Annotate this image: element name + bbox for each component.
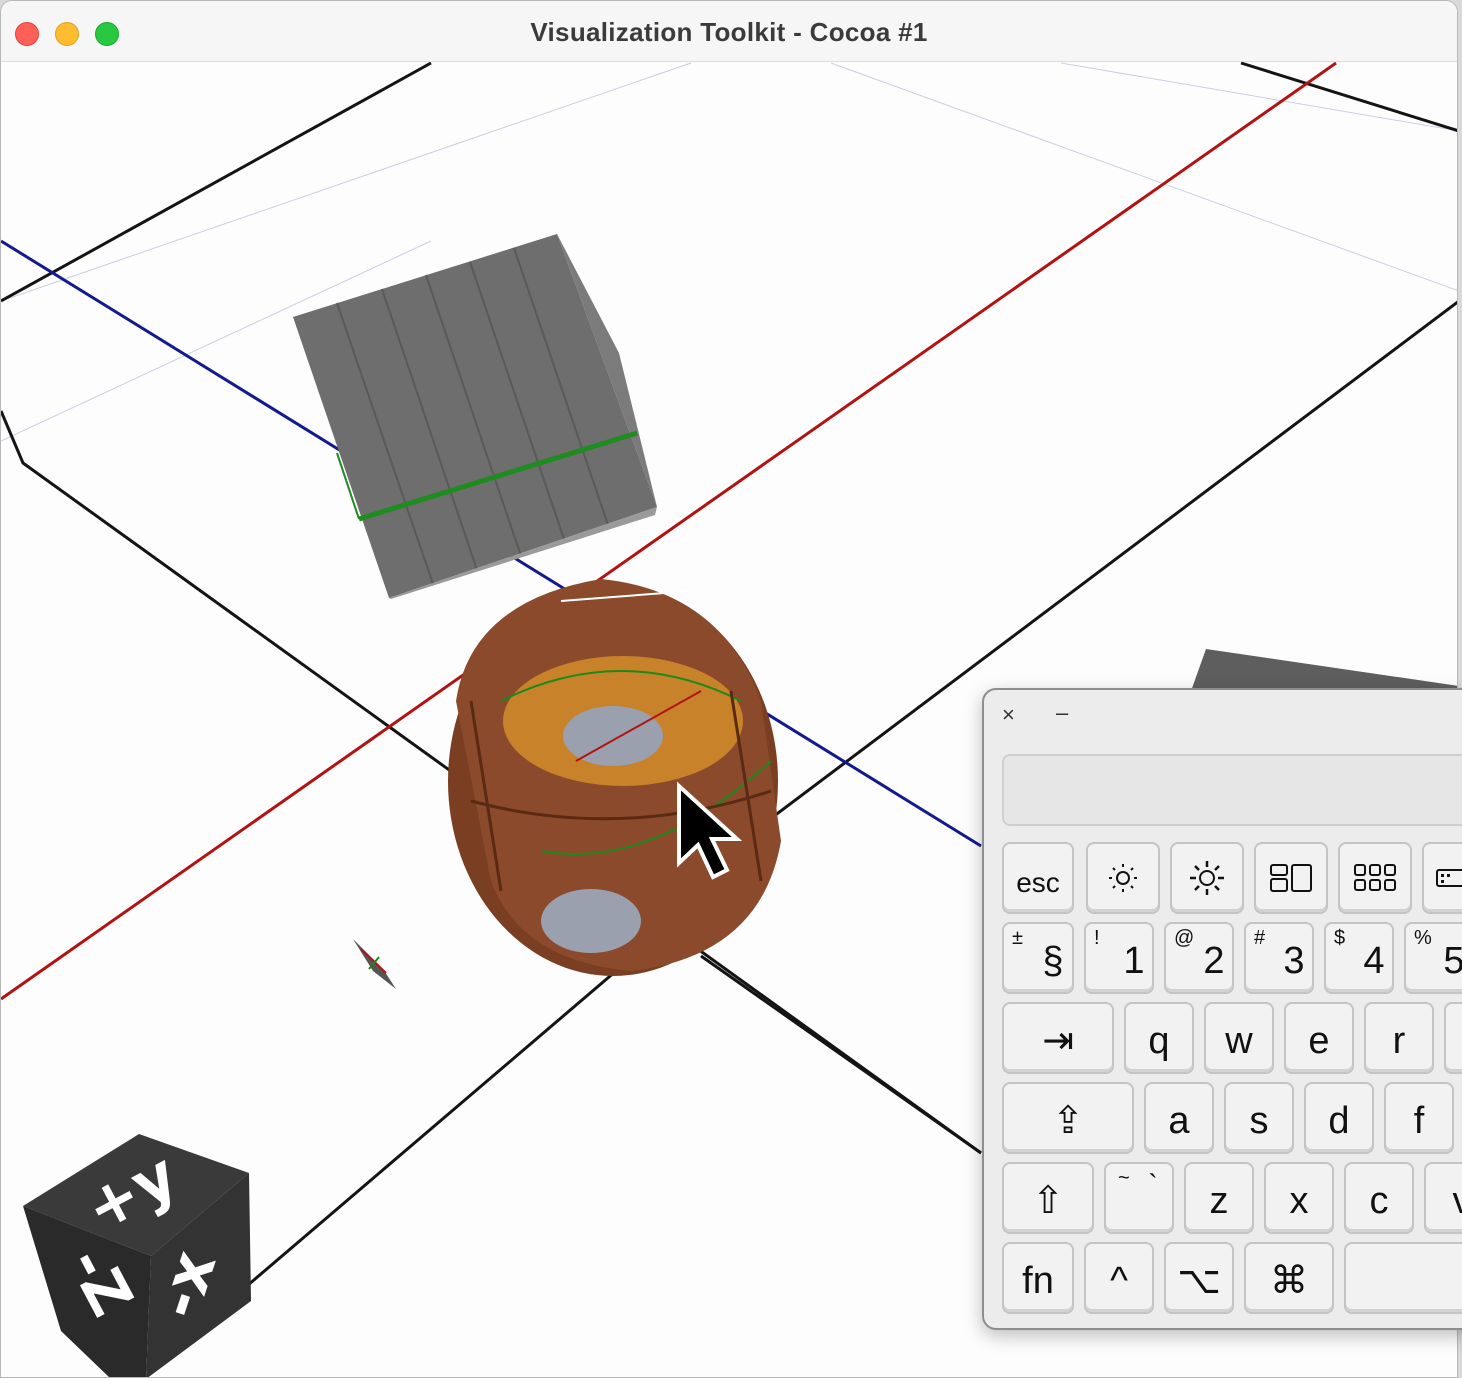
orientation-cube-widget[interactable]: +y -x -Z: [23, 1134, 251, 1378]
keyboard-viewer-close-button[interactable]: ×: [1002, 704, 1015, 726]
key-shift-label: #: [1254, 927, 1266, 949]
key-shift-label: %: [1414, 927, 1432, 949]
key-label: r: [1392, 1020, 1406, 1062]
keyboard-backlight-icon: [1436, 869, 1462, 887]
key-f[interactable]: f: [1384, 1082, 1454, 1154]
key-fn[interactable]: fn: [1002, 1242, 1074, 1314]
cylinder-actor[interactable]: [448, 579, 781, 976]
window-title: Visualization Toolkit - Cocoa #1: [530, 17, 928, 47]
key-f5[interactable]: [1422, 842, 1462, 914]
key-label: 1: [1123, 940, 1145, 982]
key-shift-label: !: [1094, 927, 1100, 949]
key-4[interactable]: $ 4: [1324, 922, 1394, 994]
tab-arrow-icon: ⇥: [1042, 1020, 1074, 1062]
grid-lines: [1, 62, 1457, 442]
key-mission-control[interactable]: [1254, 842, 1328, 914]
key-label: fn: [1022, 1260, 1054, 1302]
key-launchpad[interactable]: [1338, 842, 1412, 914]
caps-lock-icon: ⇪: [1052, 1100, 1084, 1142]
gray-box-actor[interactable]: [293, 234, 657, 599]
key-label: d: [1328, 1100, 1350, 1142]
key-option[interactable]: ⌥: [1164, 1242, 1234, 1314]
key-control[interactable]: ^: [1084, 1242, 1154, 1314]
key-label: esc: [1016, 867, 1060, 898]
key-label: 2: [1203, 940, 1225, 982]
option-icon: ⌥: [1177, 1260, 1221, 1302]
key-label: §: [1042, 940, 1064, 982]
control-icon: ^: [1110, 1260, 1128, 1302]
key-s[interactable]: s: [1224, 1082, 1294, 1154]
key-a[interactable]: a: [1144, 1082, 1214, 1154]
keyboard-viewer-display: [1002, 754, 1462, 826]
key-brightness-up[interactable]: [1170, 842, 1244, 914]
key-esc[interactable]: esc: [1002, 842, 1074, 914]
key-shift-label: $: [1334, 927, 1346, 949]
key-label: x: [1289, 1180, 1309, 1222]
key-label: e: [1308, 1020, 1330, 1062]
title-bar[interactable]: Visualization Toolkit - Cocoa #1: [1, 1, 1457, 62]
command-icon: ⌘: [1270, 1260, 1308, 1302]
key-d[interactable]: d: [1304, 1082, 1374, 1154]
key-q[interactable]: q: [1124, 1002, 1194, 1074]
key-shift-label: @: [1174, 927, 1195, 949]
key-label: z: [1209, 1180, 1229, 1222]
key-3[interactable]: # 3: [1244, 922, 1314, 994]
key-x[interactable]: x: [1264, 1162, 1334, 1234]
keyboard-viewer-panel[interactable]: × – esc ± § ! 1 @ 2 # 3 $ 4 % 5 ⇥ q w e …: [982, 688, 1462, 1330]
key-label: 4: [1363, 940, 1385, 982]
key-caps-lock[interactable]: ⇪: [1002, 1082, 1134, 1154]
key-label: c: [1369, 1180, 1389, 1222]
key-command[interactable]: ⌘: [1244, 1242, 1334, 1314]
key-z[interactable]: z: [1184, 1162, 1254, 1234]
key-brightness-down[interactable]: [1086, 842, 1160, 914]
key-backtick[interactable]: ~ `: [1104, 1162, 1174, 1234]
shift-icon: ⇧: [1032, 1180, 1064, 1222]
key-t[interactable]: [1444, 1002, 1462, 1074]
key-label: f: [1413, 1100, 1425, 1142]
key-label: 5: [1443, 940, 1462, 982]
key-label: v: [1452, 1180, 1462, 1222]
key-v[interactable]: v: [1424, 1162, 1462, 1234]
key-label: s: [1249, 1100, 1269, 1142]
key-shift[interactable]: ⇧: [1002, 1162, 1094, 1234]
key-2[interactable]: @ 2: [1164, 922, 1234, 994]
key-tab[interactable]: ⇥: [1002, 1002, 1114, 1074]
key-section[interactable]: ± §: [1002, 922, 1074, 994]
key-label: q: [1148, 1020, 1170, 1062]
launchpad-icon: [1354, 864, 1396, 891]
key-5[interactable]: % 5: [1404, 922, 1462, 994]
key-shift-label: ±: [1012, 927, 1023, 949]
key-label: w: [1225, 1020, 1253, 1062]
key-space[interactable]: [1344, 1242, 1462, 1314]
key-r[interactable]: r: [1364, 1002, 1434, 1074]
key-c[interactable]: c: [1344, 1162, 1414, 1234]
key-e[interactable]: e: [1284, 1002, 1354, 1074]
key-1[interactable]: ! 1: [1084, 922, 1154, 994]
brightness-up-icon: [1190, 861, 1224, 895]
key-label: 3: [1283, 940, 1305, 982]
mission-control-icon: [1270, 864, 1312, 892]
key-label: a: [1168, 1100, 1190, 1142]
brightness-down-icon: [1109, 864, 1137, 892]
key-w[interactable]: w: [1204, 1002, 1274, 1074]
key-label: `: [1148, 1169, 1158, 1200]
keyboard-viewer-minimize-button[interactable]: –: [1056, 702, 1068, 724]
small-axes-glyph: [353, 939, 396, 989]
key-shift-label: ~: [1118, 1167, 1130, 1189]
